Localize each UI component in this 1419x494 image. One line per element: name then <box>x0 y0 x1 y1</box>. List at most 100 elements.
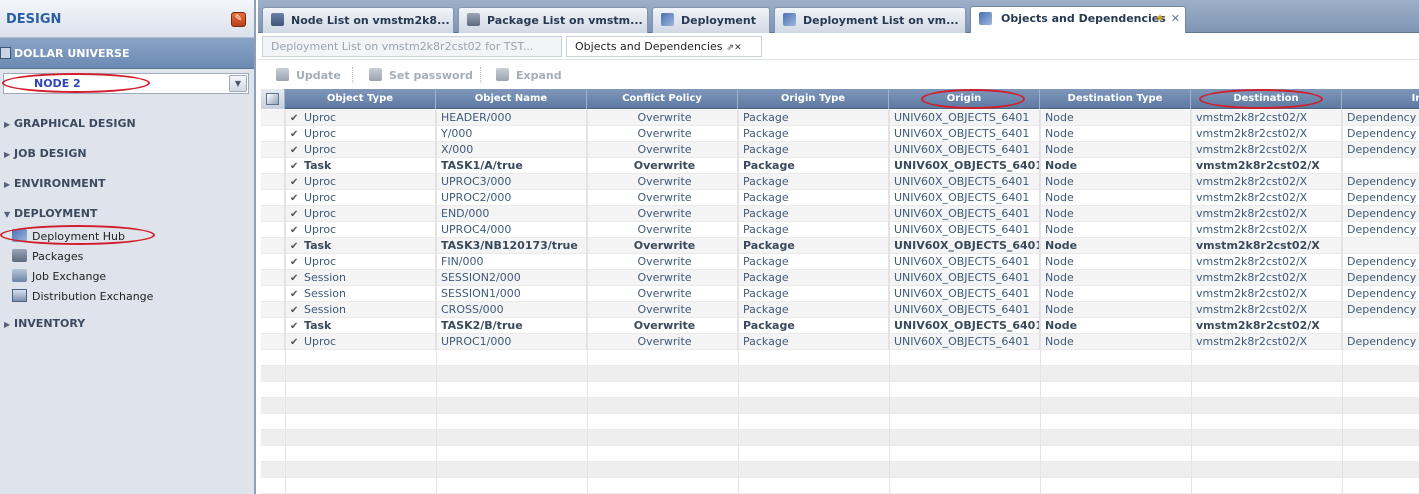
cell-origin: UNIV60X_OBJECTS_6401 <box>894 254 1040 270</box>
close-icon[interactable]: ✕ <box>1171 12 1180 25</box>
checkbox-icon[interactable]: ✔ <box>290 159 301 174</box>
table-row[interactable]: ✔ Uproc FIN/000 Overwrite Package UNIV60X_OBJ… <box>261 254 1419 270</box>
checkbox-icon[interactable]: ✔ <box>290 191 301 206</box>
cell-extra: Dependency <box>1347 302 1419 318</box>
table-row[interactable]: ✔ Uproc X/000 Overwrite Package UNIV60X_OBJEC… <box>261 142 1419 158</box>
row-selector[interactable] <box>261 318 285 334</box>
sidebar-section-graphical-design[interactable]: ▶ GRAPHICAL DESIGN <box>4 117 136 130</box>
table-row[interactable]: ✔ Uproc UPROC4/000 Overwrite Package UNIV60X_… <box>261 222 1419 238</box>
row-selector[interactable] <box>261 190 285 206</box>
column-header-conflict-policy[interactable]: Conflict Policy <box>587 89 738 109</box>
sidebar-item-packages[interactable]: Packages <box>12 249 83 265</box>
cell-type: ✔ Uproc <box>290 126 436 142</box>
toolbar-separator <box>480 67 481 83</box>
row-selector[interactable] <box>261 270 285 286</box>
checkbox-icon[interactable]: ✔ <box>290 127 301 142</box>
table-row[interactable]: ✔ Uproc END/000 Overwrite Package UNIV60X_OBJ… <box>261 206 1419 222</box>
cell-policy: Overwrite <box>592 142 738 158</box>
table-row[interactable]: ✔ Uproc HEADER/000 Overwrite Package UNIV60X_… <box>261 110 1419 126</box>
node-select[interactable]: NODE 2 ▼ <box>3 73 249 94</box>
row-selector[interactable] <box>261 206 285 222</box>
checkbox-icon[interactable]: ✔ <box>290 223 301 238</box>
detach-icon[interactable]: ⇗✕ <box>727 43 742 53</box>
checkbox-icon[interactable]: ✔ <box>290 111 301 126</box>
row-selector[interactable] <box>261 302 285 318</box>
column-header-in[interactable]: In <box>1342 89 1419 109</box>
sidebar-section-inventory[interactable]: ▶ INVENTORY <box>4 317 85 330</box>
checkbox-icon[interactable]: ✔ <box>290 303 301 318</box>
checkbox-icon[interactable]: ✔ <box>290 143 301 158</box>
sidebar-header: DESIGN ✎ <box>0 0 254 38</box>
update-button[interactable]: Update <box>276 68 341 82</box>
sidebar-item-deployment-hub[interactable]: Deployment Hub <box>12 229 125 245</box>
pin-icon[interactable]: ✎ <box>231 12 246 27</box>
checkbox-icon[interactable]: ✔ <box>290 207 301 222</box>
column-divider <box>436 109 437 494</box>
column-header-object-name[interactable]: Object Name <box>436 89 587 109</box>
tab-objects-and-dependencies[interactable]: Objects and Dependencies ✦ ✕ <box>970 6 1186 33</box>
checkbox-icon[interactable]: ✔ <box>290 271 301 286</box>
table-row[interactable]: ✔ Session SESSION1/000 Overwrite Package UNIV… <box>261 286 1419 302</box>
cell-policy: Overwrite <box>592 254 738 270</box>
favorite-star-icon[interactable]: ✦ <box>1155 11 1165 25</box>
product-bar: DOLLAR UNIVERSE <box>0 38 254 69</box>
sidebar-section-environment[interactable]: ▶ ENVIRONMENT <box>4 177 106 190</box>
update-icon <box>276 68 289 81</box>
table-row[interactable]: ✔ Task TASK1/A/true Overwrite Package UNIV60X… <box>261 158 1419 174</box>
column-divider <box>285 109 286 494</box>
expand-button[interactable]: Expand <box>496 68 562 82</box>
cell-type: ✔ Uproc <box>290 110 436 126</box>
cell-policy: Overwrite <box>592 286 738 302</box>
cell-origin-type: Package <box>743 222 889 238</box>
row-selector[interactable] <box>261 158 285 174</box>
set-password-button[interactable]: Set password <box>369 68 473 82</box>
column-header-destination-type[interactable]: Destination Type <box>1040 89 1191 109</box>
checkbox-icon[interactable]: ✔ <box>290 319 301 334</box>
sidebar-section-deployment[interactable]: ▼ DEPLOYMENT <box>4 207 97 220</box>
table-row[interactable]: ✔ Task TASK2/B/true Overwrite Package UNIV60X… <box>261 318 1419 334</box>
row-selector[interactable] <box>261 126 285 142</box>
grid-corner-button[interactable] <box>261 89 285 109</box>
row-selector[interactable] <box>261 286 285 302</box>
table-row[interactable]: ✔ Uproc UPROC2/000 Overwrite Package UNIV60X_… <box>261 190 1419 206</box>
row-selector[interactable] <box>261 334 285 350</box>
table-row[interactable]: ✔ Uproc UPROC1/000 Overwrite Package UNIV60X_… <box>261 334 1419 350</box>
sidebar-item-job-exchange[interactable]: Job Exchange <box>12 269 106 285</box>
row-selector[interactable] <box>261 142 285 158</box>
cell-dest: vmstm2k8r2cst02/X <box>1196 286 1342 302</box>
chevron-down-icon[interactable]: ▼ <box>229 75 247 92</box>
table-row[interactable]: ✔ Task TASK3/NB120173/true Overwrite Package… <box>261 238 1419 254</box>
grid-header: Object Type Object Name Conflict Policy … <box>261 89 1419 109</box>
sidebar-section-job-design[interactable]: ▶ JOB DESIGN <box>4 147 87 160</box>
table-row[interactable]: ✔ Session SESSION2/000 Overwrite Package UNIV… <box>261 270 1419 286</box>
cell-dest: vmstm2k8r2cst02/X <box>1196 110 1342 126</box>
row-selector[interactable] <box>261 238 285 254</box>
row-selector[interactable] <box>261 222 285 238</box>
column-header-origin[interactable]: Origin <box>889 89 1040 109</box>
cell-name: UPROC1/000 <box>441 334 587 350</box>
column-header-destination[interactable]: Destination <box>1191 89 1342 109</box>
column-header-object-type[interactable]: Object Type <box>285 89 436 109</box>
checkbox-icon[interactable]: ✔ <box>290 239 301 254</box>
breadcrumb-item-objects-and-dependencies[interactable]: Objects and Dependencies ⇗✕ <box>566 36 762 57</box>
column-header-origin-type[interactable]: Origin Type <box>738 89 889 109</box>
tab-node-list[interactable]: Node List on vmstm2k8... <box>262 7 454 33</box>
checkbox-icon[interactable]: ✔ <box>290 335 301 350</box>
cell-origin-type: Package <box>743 270 889 286</box>
breadcrumb-item-deployment-list[interactable]: Deployment List on vmstm2k8r2cst02 for T… <box>262 36 562 57</box>
table-row[interactable]: ✔ Session CROSS/000 Overwrite Package UNIV60X… <box>261 302 1419 318</box>
tab-deployment-list[interactable]: Deployment List on vm... <box>774 7 966 33</box>
row-selector[interactable] <box>261 254 285 270</box>
row-selector[interactable] <box>261 174 285 190</box>
table-row[interactable]: ✔ Uproc UPROC3/000 Overwrite Package UNIV60X_… <box>261 174 1419 190</box>
row-selector[interactable] <box>261 110 285 126</box>
table-row[interactable]: ✔ Uproc Y/000 Overwrite Package UNIV60X_OBJEC… <box>261 126 1419 142</box>
checkbox-icon[interactable]: ✔ <box>290 287 301 302</box>
cell-policy: Overwrite <box>592 126 738 142</box>
checkbox-icon[interactable]: ✔ <box>290 255 301 270</box>
sidebar-item-distribution-exchange[interactable]: Distribution Exchange <box>12 289 153 305</box>
tab-package-list[interactable]: Package List on vmstm... <box>458 7 648 33</box>
tab-deployment[interactable]: Deployment <box>652 7 770 33</box>
checkbox-icon[interactable]: ✔ <box>290 175 301 190</box>
empty-row <box>261 366 1419 382</box>
